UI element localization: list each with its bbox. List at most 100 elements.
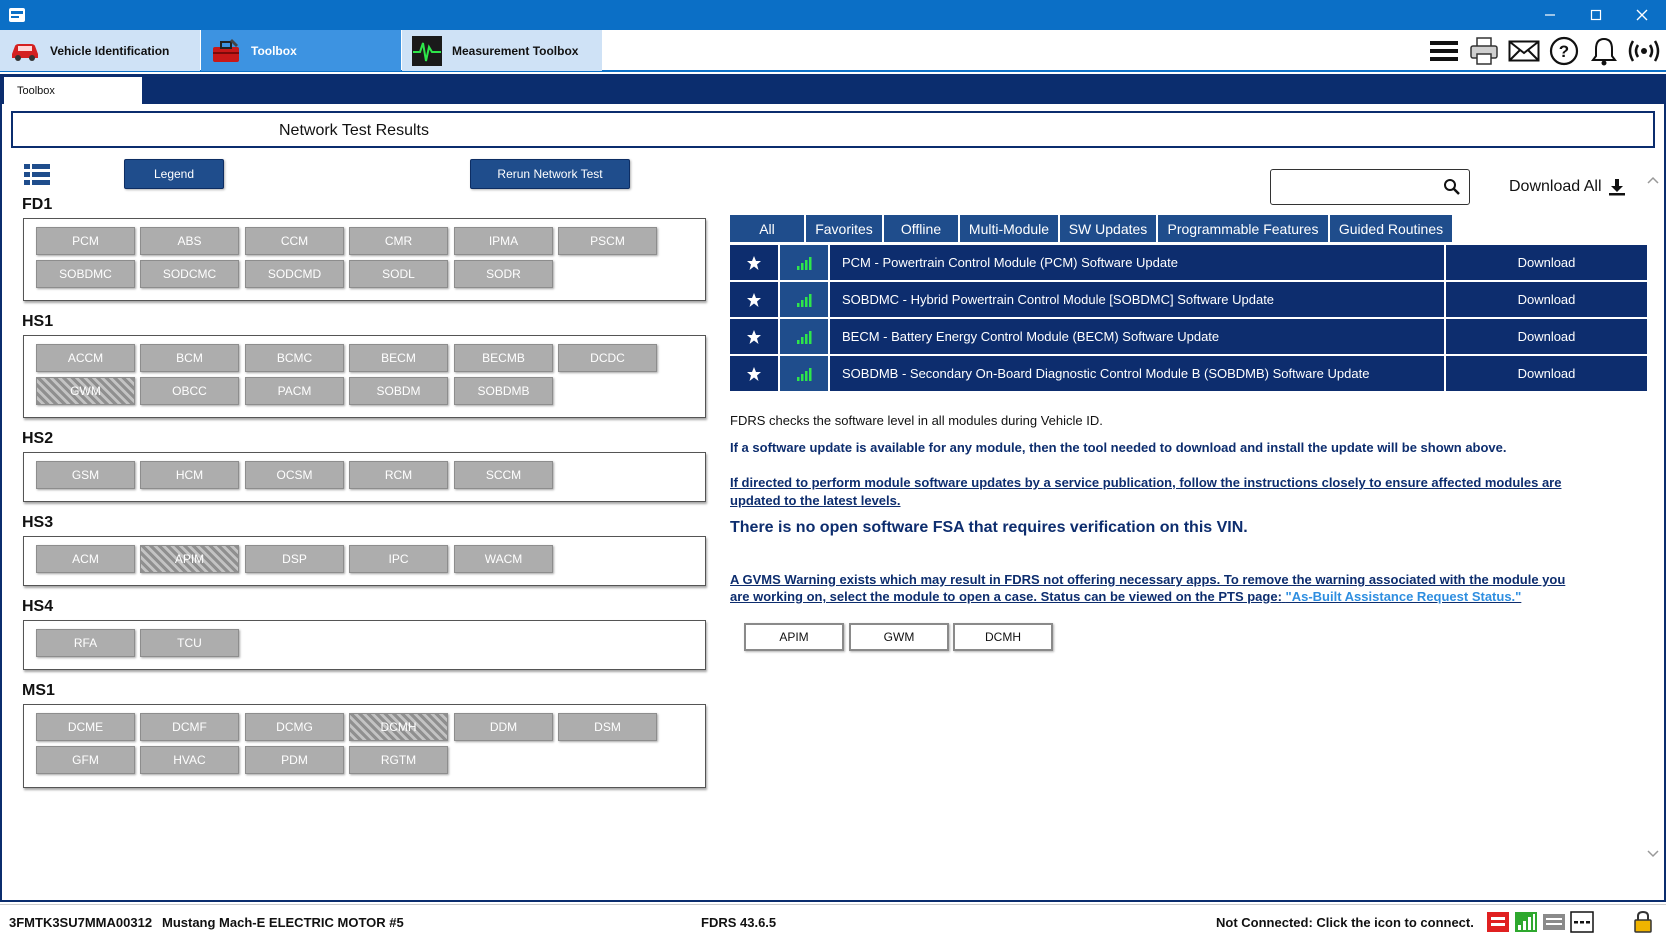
mail-icon[interactable] bbox=[1506, 34, 1542, 68]
lock-icon[interactable] bbox=[1632, 910, 1654, 934]
module-button[interactable]: PCM bbox=[36, 227, 135, 255]
info-link-service-publication-2[interactable]: updated to the latest levels. bbox=[730, 492, 901, 510]
filter-tab-sw-updates[interactable]: SW Updates bbox=[1060, 215, 1156, 242]
favorite-star-icon[interactable] bbox=[730, 356, 778, 391]
as-built-status-link[interactable]: "As-Built Assistance Request Status." bbox=[1286, 589, 1522, 604]
search-input[interactable] bbox=[1277, 176, 1427, 198]
update-description[interactable]: SOBDMB - Secondary On-Board Diagnostic C… bbox=[830, 356, 1444, 391]
tab-measurement-toolbox[interactable]: Measurement Toolbox bbox=[402, 30, 602, 71]
module-button[interactable]: SCCM bbox=[454, 461, 553, 489]
filter-tab-programmable-features[interactable]: Programmable Features bbox=[1158, 215, 1328, 242]
legend-button[interactable]: Legend bbox=[124, 159, 224, 189]
search-field[interactable] bbox=[1270, 169, 1470, 205]
update-description[interactable]: BECM - Battery Energy Control Module (BE… bbox=[830, 319, 1444, 354]
favorite-star-icon[interactable] bbox=[730, 282, 778, 317]
module-button[interactable]: SOBDMB bbox=[454, 377, 553, 405]
module-button[interactable]: GSM bbox=[36, 461, 135, 489]
menu-icon[interactable] bbox=[1426, 34, 1462, 68]
download-button[interactable]: Download bbox=[1446, 282, 1647, 317]
module-button[interactable]: CMR bbox=[349, 227, 448, 255]
download-button[interactable]: Download bbox=[1446, 356, 1647, 391]
module-button[interactable]: SOBDMC bbox=[36, 260, 135, 288]
module-button[interactable]: DSP bbox=[245, 545, 344, 573]
module-button[interactable]: SOBDM bbox=[349, 377, 448, 405]
module-button[interactable]: DCMG bbox=[245, 713, 344, 741]
filter-tab-favorites[interactable]: Favorites bbox=[806, 215, 882, 242]
module-button[interactable]: GFM bbox=[36, 746, 135, 774]
module-button-gvms-warning[interactable]: DCMH bbox=[349, 713, 448, 741]
group-label-hs3: HS3 bbox=[22, 514, 54, 531]
module-button[interactable]: RGTM bbox=[349, 746, 448, 774]
download-button[interactable]: Download bbox=[1446, 319, 1647, 354]
module-button[interactable]: SODL bbox=[349, 260, 448, 288]
info-link-service-publication-1[interactable]: If directed to perform module software u… bbox=[730, 474, 1561, 492]
module-button[interactable]: PDM bbox=[245, 746, 344, 774]
close-button[interactable] bbox=[1619, 0, 1665, 30]
tab-toolbox[interactable]: Toolbox bbox=[201, 30, 401, 71]
module-button[interactable]: SODR bbox=[454, 260, 553, 288]
scroll-down-chevron-icon[interactable] bbox=[1647, 850, 1659, 858]
update-description[interactable]: SOBDMC - Hybrid Powertrain Control Modul… bbox=[830, 282, 1444, 317]
keyboard-icon[interactable] bbox=[1542, 910, 1566, 934]
module-button[interactable]: OBCC bbox=[140, 377, 239, 405]
module-button[interactable]: RCM bbox=[349, 461, 448, 489]
wireless-icon[interactable] bbox=[1626, 34, 1662, 68]
module-button[interactable]: IPC bbox=[349, 545, 448, 573]
filter-tab-offline[interactable]: Offline bbox=[884, 215, 958, 242]
module-button[interactable]: BCM bbox=[140, 344, 239, 372]
gvms-module-button[interactable]: DCMH bbox=[953, 623, 1053, 651]
module-button[interactable]: SODCMD bbox=[245, 260, 344, 288]
favorite-star-icon[interactable] bbox=[730, 319, 778, 354]
gvms-module-button[interactable]: GWM bbox=[849, 623, 949, 651]
module-button[interactable]: DDM bbox=[454, 713, 553, 741]
module-button[interactable]: OCSM bbox=[245, 461, 344, 489]
module-button[interactable]: RFA bbox=[36, 629, 135, 657]
module-button[interactable]: BECM bbox=[349, 344, 448, 372]
module-button[interactable]: ACM bbox=[36, 545, 135, 573]
gvms-module-button[interactable]: APIM bbox=[744, 623, 844, 651]
tab-label: Vehicle Identification bbox=[50, 43, 170, 58]
gvms-warning-line-2[interactable]: are working on, select the module to ope… bbox=[730, 588, 1521, 606]
filter-tab-multi-module[interactable]: Multi-Module bbox=[960, 215, 1058, 242]
bell-icon[interactable] bbox=[1586, 34, 1622, 68]
module-button[interactable]: DSM bbox=[558, 713, 657, 741]
module-button-gvms-warning[interactable]: APIM bbox=[140, 545, 239, 573]
tab-vehicle-identification[interactable]: Vehicle Identification bbox=[0, 30, 200, 71]
filter-tab-guided-routines[interactable]: Guided Routines bbox=[1330, 215, 1452, 242]
signal-bars-icon[interactable] bbox=[1514, 910, 1538, 934]
rerun-network-test-button[interactable]: Rerun Network Test bbox=[470, 159, 630, 189]
module-button[interactable]: DCME bbox=[36, 713, 135, 741]
module-button[interactable]: HVAC bbox=[140, 746, 239, 774]
help-icon[interactable]: ? bbox=[1546, 34, 1582, 68]
module-button[interactable]: CCM bbox=[245, 227, 344, 255]
update-description[interactable]: PCM - Powertrain Control Module (PCM) So… bbox=[830, 245, 1444, 280]
filter-tab-all[interactable]: All bbox=[730, 215, 804, 242]
module-button[interactable]: TCU bbox=[140, 629, 239, 657]
module-button[interactable]: HCM bbox=[140, 461, 239, 489]
module-button[interactable]: ACCM bbox=[36, 344, 135, 372]
download-all-button[interactable]: Download All bbox=[1509, 178, 1626, 196]
scroll-up-chevron-icon[interactable] bbox=[1647, 176, 1659, 184]
minimize-button[interactable] bbox=[1527, 0, 1573, 30]
vci-connect-icon[interactable] bbox=[1486, 910, 1510, 934]
list-view-icon[interactable] bbox=[24, 164, 50, 186]
module-button[interactable]: DCDC bbox=[558, 344, 657, 372]
favorite-star-icon[interactable] bbox=[730, 245, 778, 280]
gvms-warning-line-1[interactable]: A GVMS Warning exists which may result i… bbox=[730, 571, 1565, 589]
module-button[interactable]: WACM bbox=[454, 545, 553, 573]
module-button[interactable]: BECMB bbox=[454, 344, 553, 372]
module-button[interactable]: PACM bbox=[245, 377, 344, 405]
module-button[interactable]: ABS bbox=[140, 227, 239, 255]
search-icon[interactable] bbox=[1443, 178, 1461, 196]
module-button[interactable]: BCMC bbox=[245, 344, 344, 372]
tab-toolbox-sub[interactable]: Toolbox bbox=[4, 77, 142, 104]
dashes-icon[interactable] bbox=[1570, 910, 1594, 934]
module-button[interactable]: IPMA bbox=[454, 227, 553, 255]
module-button[interactable]: DCMF bbox=[140, 713, 239, 741]
download-button[interactable]: Download bbox=[1446, 245, 1647, 280]
module-button[interactable]: SODCMC bbox=[140, 260, 239, 288]
printer-icon[interactable] bbox=[1466, 34, 1502, 68]
maximize-button[interactable] bbox=[1573, 0, 1619, 30]
module-button-gvms-warning[interactable]: GWM bbox=[36, 377, 135, 405]
module-button[interactable]: PSCM bbox=[558, 227, 657, 255]
